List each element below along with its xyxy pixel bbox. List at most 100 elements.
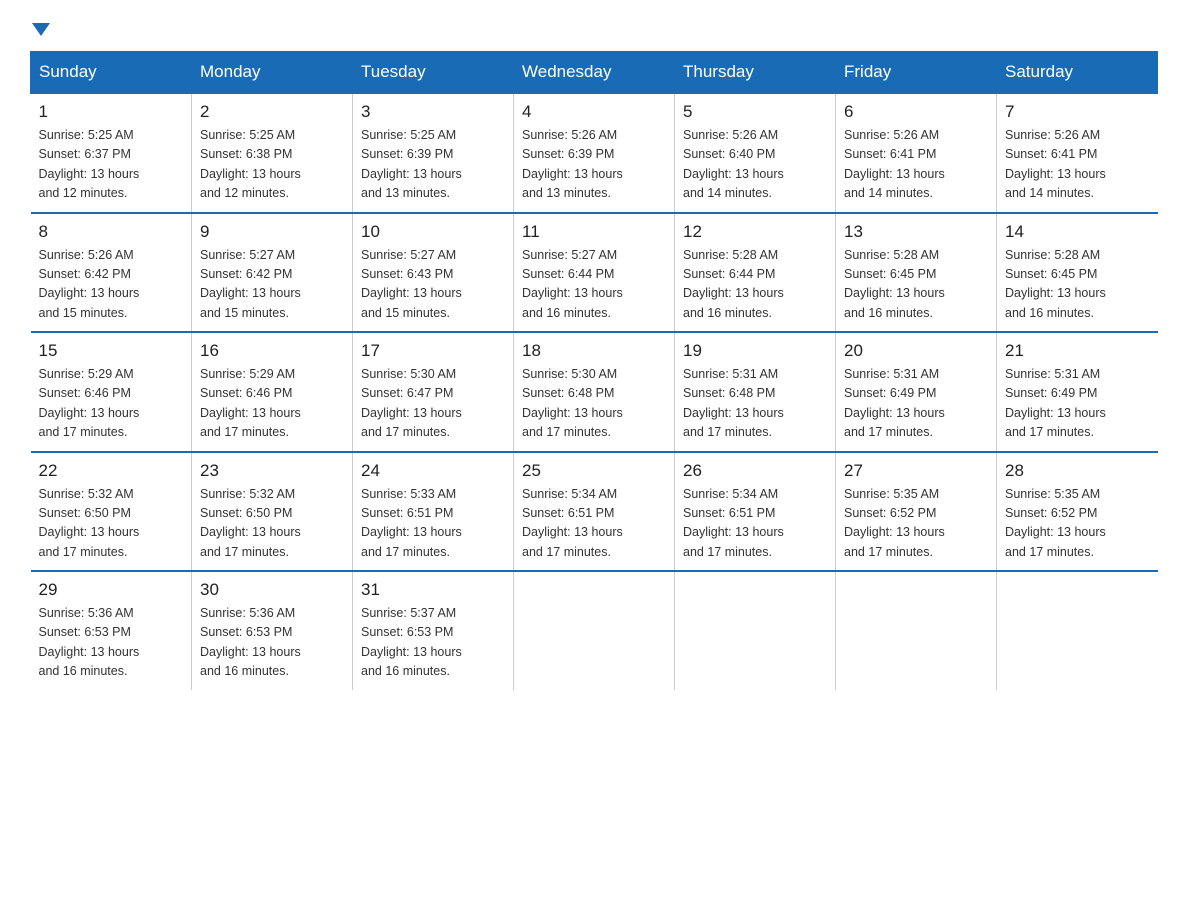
calendar-day-cell: 24 Sunrise: 5:33 AM Sunset: 6:51 PM Dayl…	[353, 452, 514, 572]
calendar-table: SundayMondayTuesdayWednesdayThursdayFrid…	[30, 51, 1158, 690]
day-number: 7	[1005, 102, 1150, 122]
day-info: Sunrise: 5:32 AM Sunset: 6:50 PM Dayligh…	[39, 485, 184, 563]
calendar-day-cell: 3 Sunrise: 5:25 AM Sunset: 6:39 PM Dayli…	[353, 93, 514, 213]
day-number: 27	[844, 461, 988, 481]
day-number: 28	[1005, 461, 1150, 481]
day-number: 17	[361, 341, 505, 361]
calendar-week-row: 29 Sunrise: 5:36 AM Sunset: 6:53 PM Dayl…	[31, 571, 1158, 690]
calendar-day-cell: 7 Sunrise: 5:26 AM Sunset: 6:41 PM Dayli…	[997, 93, 1158, 213]
day-number: 20	[844, 341, 988, 361]
day-info: Sunrise: 5:26 AM Sunset: 6:40 PM Dayligh…	[683, 126, 827, 204]
day-number: 1	[39, 102, 184, 122]
calendar-day-cell: 27 Sunrise: 5:35 AM Sunset: 6:52 PM Dayl…	[836, 452, 997, 572]
day-number: 21	[1005, 341, 1150, 361]
day-info: Sunrise: 5:34 AM Sunset: 6:51 PM Dayligh…	[683, 485, 827, 563]
calendar-week-row: 1 Sunrise: 5:25 AM Sunset: 6:37 PM Dayli…	[31, 93, 1158, 213]
day-info: Sunrise: 5:26 AM Sunset: 6:39 PM Dayligh…	[522, 126, 666, 204]
calendar-day-cell: 11 Sunrise: 5:27 AM Sunset: 6:44 PM Dayl…	[514, 213, 675, 333]
day-number: 6	[844, 102, 988, 122]
day-info: Sunrise: 5:27 AM Sunset: 6:42 PM Dayligh…	[200, 246, 344, 324]
day-info: Sunrise: 5:26 AM Sunset: 6:41 PM Dayligh…	[1005, 126, 1150, 204]
day-info: Sunrise: 5:25 AM Sunset: 6:39 PM Dayligh…	[361, 126, 505, 204]
weekday-header-thursday: Thursday	[675, 52, 836, 94]
day-number: 29	[39, 580, 184, 600]
calendar-day-cell: 18 Sunrise: 5:30 AM Sunset: 6:48 PM Dayl…	[514, 332, 675, 452]
calendar-day-cell: 13 Sunrise: 5:28 AM Sunset: 6:45 PM Dayl…	[836, 213, 997, 333]
day-info: Sunrise: 5:33 AM Sunset: 6:51 PM Dayligh…	[361, 485, 505, 563]
day-number: 15	[39, 341, 184, 361]
weekday-header-saturday: Saturday	[997, 52, 1158, 94]
day-info: Sunrise: 5:32 AM Sunset: 6:50 PM Dayligh…	[200, 485, 344, 563]
day-info: Sunrise: 5:25 AM Sunset: 6:37 PM Dayligh…	[39, 126, 184, 204]
calendar-week-row: 22 Sunrise: 5:32 AM Sunset: 6:50 PM Dayl…	[31, 452, 1158, 572]
day-info: Sunrise: 5:26 AM Sunset: 6:41 PM Dayligh…	[844, 126, 988, 204]
day-number: 9	[200, 222, 344, 242]
calendar-day-cell: 22 Sunrise: 5:32 AM Sunset: 6:50 PM Dayl…	[31, 452, 192, 572]
calendar-day-cell: 2 Sunrise: 5:25 AM Sunset: 6:38 PM Dayli…	[192, 93, 353, 213]
day-info: Sunrise: 5:27 AM Sunset: 6:43 PM Dayligh…	[361, 246, 505, 324]
day-number: 13	[844, 222, 988, 242]
logo-triangle-icon	[32, 23, 50, 36]
weekday-header-row: SundayMondayTuesdayWednesdayThursdayFrid…	[31, 52, 1158, 94]
day-info: Sunrise: 5:35 AM Sunset: 6:52 PM Dayligh…	[1005, 485, 1150, 563]
day-info: Sunrise: 5:27 AM Sunset: 6:44 PM Dayligh…	[522, 246, 666, 324]
day-info: Sunrise: 5:31 AM Sunset: 6:49 PM Dayligh…	[844, 365, 988, 443]
calendar-day-cell: 29 Sunrise: 5:36 AM Sunset: 6:53 PM Dayl…	[31, 571, 192, 690]
calendar-day-cell: 21 Sunrise: 5:31 AM Sunset: 6:49 PM Dayl…	[997, 332, 1158, 452]
calendar-day-cell	[836, 571, 997, 690]
day-info: Sunrise: 5:37 AM Sunset: 6:53 PM Dayligh…	[361, 604, 505, 682]
weekday-header-friday: Friday	[836, 52, 997, 94]
calendar-day-cell	[675, 571, 836, 690]
day-info: Sunrise: 5:34 AM Sunset: 6:51 PM Dayligh…	[522, 485, 666, 563]
day-number: 3	[361, 102, 505, 122]
day-number: 11	[522, 222, 666, 242]
calendar-day-cell: 8 Sunrise: 5:26 AM Sunset: 6:42 PM Dayli…	[31, 213, 192, 333]
logo-general-text	[30, 20, 50, 33]
calendar-day-cell	[514, 571, 675, 690]
calendar-day-cell: 16 Sunrise: 5:29 AM Sunset: 6:46 PM Dayl…	[192, 332, 353, 452]
calendar-day-cell: 17 Sunrise: 5:30 AM Sunset: 6:47 PM Dayl…	[353, 332, 514, 452]
day-number: 4	[522, 102, 666, 122]
calendar-day-cell: 5 Sunrise: 5:26 AM Sunset: 6:40 PM Dayli…	[675, 93, 836, 213]
day-number: 22	[39, 461, 184, 481]
day-number: 30	[200, 580, 344, 600]
calendar-day-cell: 14 Sunrise: 5:28 AM Sunset: 6:45 PM Dayl…	[997, 213, 1158, 333]
calendar-day-cell: 26 Sunrise: 5:34 AM Sunset: 6:51 PM Dayl…	[675, 452, 836, 572]
day-info: Sunrise: 5:30 AM Sunset: 6:48 PM Dayligh…	[522, 365, 666, 443]
day-info: Sunrise: 5:30 AM Sunset: 6:47 PM Dayligh…	[361, 365, 505, 443]
calendar-day-cell: 31 Sunrise: 5:37 AM Sunset: 6:53 PM Dayl…	[353, 571, 514, 690]
day-info: Sunrise: 5:29 AM Sunset: 6:46 PM Dayligh…	[39, 365, 184, 443]
day-number: 18	[522, 341, 666, 361]
calendar-day-cell: 4 Sunrise: 5:26 AM Sunset: 6:39 PM Dayli…	[514, 93, 675, 213]
day-info: Sunrise: 5:28 AM Sunset: 6:45 PM Dayligh…	[1005, 246, 1150, 324]
day-info: Sunrise: 5:31 AM Sunset: 6:48 PM Dayligh…	[683, 365, 827, 443]
calendar-day-cell: 6 Sunrise: 5:26 AM Sunset: 6:41 PM Dayli…	[836, 93, 997, 213]
calendar-day-cell: 30 Sunrise: 5:36 AM Sunset: 6:53 PM Dayl…	[192, 571, 353, 690]
calendar-day-cell: 28 Sunrise: 5:35 AM Sunset: 6:52 PM Dayl…	[997, 452, 1158, 572]
calendar-week-row: 8 Sunrise: 5:26 AM Sunset: 6:42 PM Dayli…	[31, 213, 1158, 333]
day-info: Sunrise: 5:25 AM Sunset: 6:38 PM Dayligh…	[200, 126, 344, 204]
calendar-day-cell: 9 Sunrise: 5:27 AM Sunset: 6:42 PM Dayli…	[192, 213, 353, 333]
day-number: 31	[361, 580, 505, 600]
weekday-header-sunday: Sunday	[31, 52, 192, 94]
calendar-day-cell: 15 Sunrise: 5:29 AM Sunset: 6:46 PM Dayl…	[31, 332, 192, 452]
day-info: Sunrise: 5:31 AM Sunset: 6:49 PM Dayligh…	[1005, 365, 1150, 443]
calendar-day-cell: 12 Sunrise: 5:28 AM Sunset: 6:44 PM Dayl…	[675, 213, 836, 333]
day-info: Sunrise: 5:36 AM Sunset: 6:53 PM Dayligh…	[200, 604, 344, 682]
day-number: 10	[361, 222, 505, 242]
day-number: 19	[683, 341, 827, 361]
day-number: 26	[683, 461, 827, 481]
weekday-header-monday: Monday	[192, 52, 353, 94]
day-number: 12	[683, 222, 827, 242]
calendar-day-cell: 23 Sunrise: 5:32 AM Sunset: 6:50 PM Dayl…	[192, 452, 353, 572]
day-info: Sunrise: 5:29 AM Sunset: 6:46 PM Dayligh…	[200, 365, 344, 443]
day-number: 8	[39, 222, 184, 242]
day-info: Sunrise: 5:26 AM Sunset: 6:42 PM Dayligh…	[39, 246, 184, 324]
day-info: Sunrise: 5:35 AM Sunset: 6:52 PM Dayligh…	[844, 485, 988, 563]
calendar-day-cell: 25 Sunrise: 5:34 AM Sunset: 6:51 PM Dayl…	[514, 452, 675, 572]
day-info: Sunrise: 5:28 AM Sunset: 6:45 PM Dayligh…	[844, 246, 988, 324]
day-number: 16	[200, 341, 344, 361]
logo	[30, 20, 50, 33]
calendar-week-row: 15 Sunrise: 5:29 AM Sunset: 6:46 PM Dayl…	[31, 332, 1158, 452]
calendar-day-cell	[997, 571, 1158, 690]
